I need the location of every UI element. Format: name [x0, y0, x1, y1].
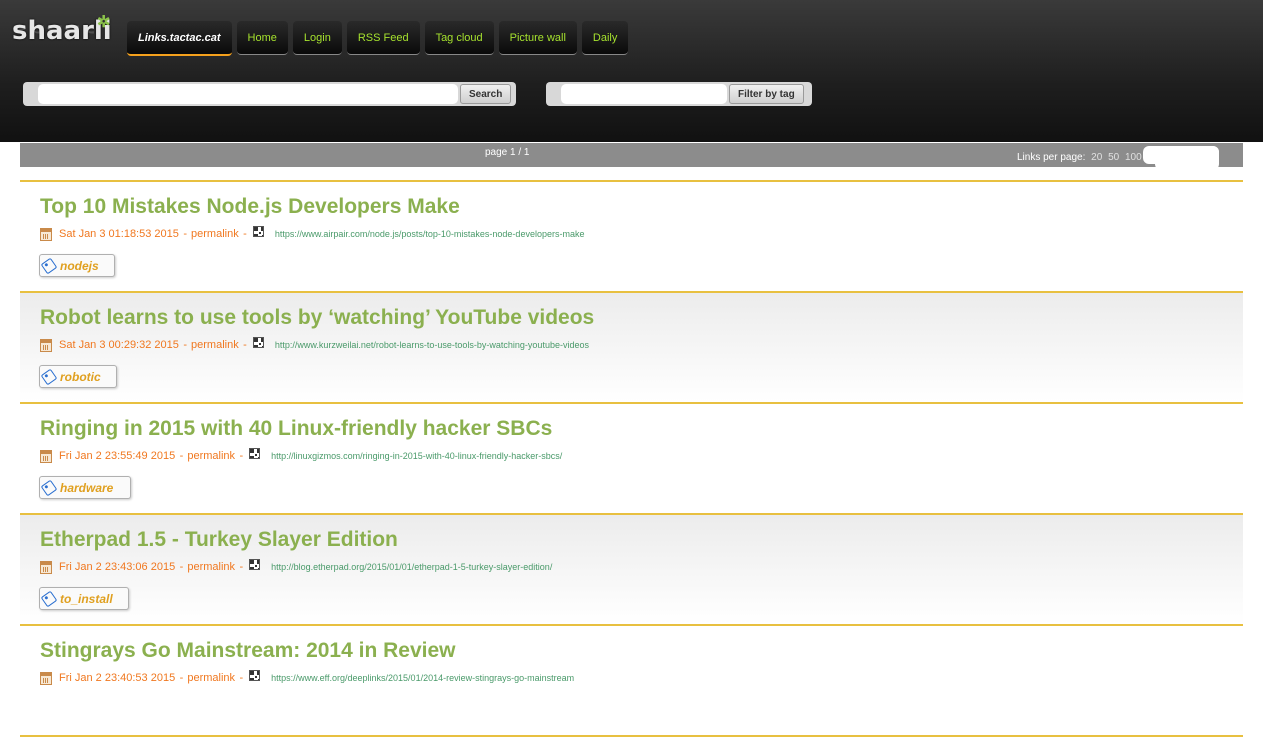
- tag-chip[interactable]: to_install: [39, 587, 129, 610]
- links-per-page-label: Links per page:: [1017, 152, 1086, 163]
- search-button[interactable]: Search: [460, 84, 512, 104]
- link-url[interactable]: https://www.eff.org/deeplinks/2015/01/20…: [271, 673, 574, 683]
- separator: -: [183, 339, 188, 351]
- link-meta: Fri Jan 2 23:43:06 2015 - permalink - htt…: [40, 558, 552, 575]
- header: shaarli shaarli ✲ Links.tactac.cat Home …: [0, 0, 1263, 142]
- tag-chip[interactable]: nodejs: [39, 254, 115, 277]
- permalink-link[interactable]: permalink: [187, 672, 235, 684]
- filter-by-tag-button[interactable]: Filter by tag: [729, 84, 804, 104]
- page-info: page 1 / 1: [485, 147, 530, 158]
- nav-site-title[interactable]: Links.tactac.cat: [127, 21, 232, 56]
- permalink-link[interactable]: permalink: [191, 339, 239, 351]
- qrcode-icon[interactable]: [252, 336, 264, 348]
- qrcode-icon[interactable]: [252, 225, 264, 237]
- link-meta: Sat Jan 3 01:18:53 2015 - permalink - htt…: [40, 225, 585, 242]
- search-form: Search: [23, 82, 516, 106]
- tag-icon: [40, 590, 58, 607]
- tag-filter-form: Filter by tag: [546, 82, 812, 106]
- link-title[interactable]: Stingrays Go Mainstream: 2014 in Review: [40, 639, 456, 663]
- nav-tag-cloud[interactable]: Tag cloud: [424, 21, 494, 55]
- permalink-link[interactable]: permalink: [187, 561, 235, 573]
- link-date: Fri Jan 2 23:43:06 2015: [59, 561, 176, 573]
- nav-login[interactable]: Login: [292, 21, 342, 55]
- calendar-icon: [40, 449, 52, 463]
- permalink-link[interactable]: permalink: [187, 450, 235, 462]
- link-url[interactable]: https://www.airpair.com/node.js/posts/to…: [275, 229, 585, 239]
- qrcode-icon[interactable]: [249, 447, 261, 459]
- tag-label: robotic: [60, 369, 101, 384]
- link-item: Ringing in 2015 with 40 Linux-friendly h…: [20, 404, 1243, 515]
- link-meta: Sat Jan 3 00:29:32 2015 - permalink - htt…: [40, 336, 589, 353]
- link-item: Stingrays Go Mainstream: 2014 in Review …: [20, 626, 1243, 737]
- link-date: Fri Jan 2 23:55:49 2015: [59, 450, 176, 462]
- permalink-link[interactable]: permalink: [191, 228, 239, 240]
- tag-icon: [40, 479, 58, 496]
- separator: -: [239, 561, 244, 573]
- separator: -: [243, 339, 247, 351]
- separator: -: [183, 228, 188, 240]
- links-per-page-input[interactable]: [1155, 146, 1219, 170]
- link-title[interactable]: Ringing in 2015 with 40 Linux-friendly h…: [40, 417, 552, 441]
- link-title[interactable]: Robot learns to use tools by ‘watching’ …: [40, 306, 594, 330]
- star-icon: ✲: [97, 14, 111, 31]
- calendar-icon: [40, 227, 52, 241]
- nav-daily[interactable]: Daily: [581, 21, 629, 55]
- link-list: Top 10 Mistakes Node.js Developers Make …: [20, 180, 1243, 737]
- links-per-page-50[interactable]: 50: [1108, 152, 1119, 163]
- tag-icon: [40, 368, 58, 385]
- qrcode-icon[interactable]: [249, 669, 261, 681]
- tag-chip[interactable]: hardware: [39, 476, 131, 499]
- nav-rss-feed[interactable]: RSS Feed: [346, 21, 420, 55]
- nav-picture-wall[interactable]: Picture wall: [498, 21, 577, 55]
- link-title[interactable]: Top 10 Mistakes Node.js Developers Make: [40, 195, 460, 219]
- link-item: Top 10 Mistakes Node.js Developers Make …: [20, 182, 1243, 293]
- separator: -: [179, 450, 184, 462]
- link-url[interactable]: http://blog.etherpad.org/2015/01/01/ethe…: [271, 562, 552, 572]
- qrcode-icon[interactable]: [249, 558, 261, 570]
- search-input[interactable]: [38, 84, 458, 104]
- separator: -: [239, 672, 244, 684]
- link-url[interactable]: http://www.kurzweilai.net/robot-learns-t…: [275, 340, 589, 350]
- tag-label: hardware: [60, 480, 114, 495]
- tag-label: to_install: [60, 591, 113, 606]
- link-item: Robot learns to use tools by ‘watching’ …: [20, 293, 1243, 404]
- separator: -: [239, 450, 244, 462]
- links-per-page-100[interactable]: 100: [1125, 152, 1142, 163]
- main-nav: Links.tactac.cat Home Login RSS Feed Tag…: [127, 21, 629, 56]
- nav-home[interactable]: Home: [236, 21, 288, 55]
- shaarli-logo[interactable]: shaarli shaarli ✲: [10, 14, 116, 64]
- link-url[interactable]: http://linuxgizmos.com/ringing-in-2015-w…: [271, 451, 562, 461]
- link-title[interactable]: Etherpad 1.5 - Turkey Slayer Edition: [40, 528, 398, 552]
- tag-filter-input[interactable]: [561, 84, 727, 104]
- calendar-icon: [40, 560, 52, 574]
- separator: -: [243, 228, 247, 240]
- tag-chip[interactable]: robotic: [39, 365, 117, 388]
- paging-bar: page 1 / 1 Links per page: 20 50 100: [20, 143, 1243, 170]
- calendar-icon: [40, 338, 52, 352]
- link-date: Sat Jan 3 00:29:32 2015: [59, 339, 179, 351]
- link-date: Fri Jan 2 23:40:53 2015: [59, 672, 176, 684]
- links-per-page: Links per page: 20 50 100: [1017, 152, 1142, 163]
- tag-label: nodejs: [60, 258, 99, 273]
- link-meta: Fri Jan 2 23:55:49 2015 - permalink - htt…: [40, 447, 562, 464]
- separator: -: [179, 672, 184, 684]
- tag-icon: [40, 257, 58, 274]
- calendar-icon: [40, 671, 52, 685]
- link-meta: Fri Jan 2 23:40:53 2015 - permalink - htt…: [40, 669, 574, 686]
- link-date: Sat Jan 3 01:18:53 2015: [59, 228, 179, 240]
- separator: -: [179, 561, 184, 573]
- link-item: Etherpad 1.5 - Turkey Slayer Edition Fri…: [20, 515, 1243, 626]
- links-per-page-20[interactable]: 20: [1091, 152, 1102, 163]
